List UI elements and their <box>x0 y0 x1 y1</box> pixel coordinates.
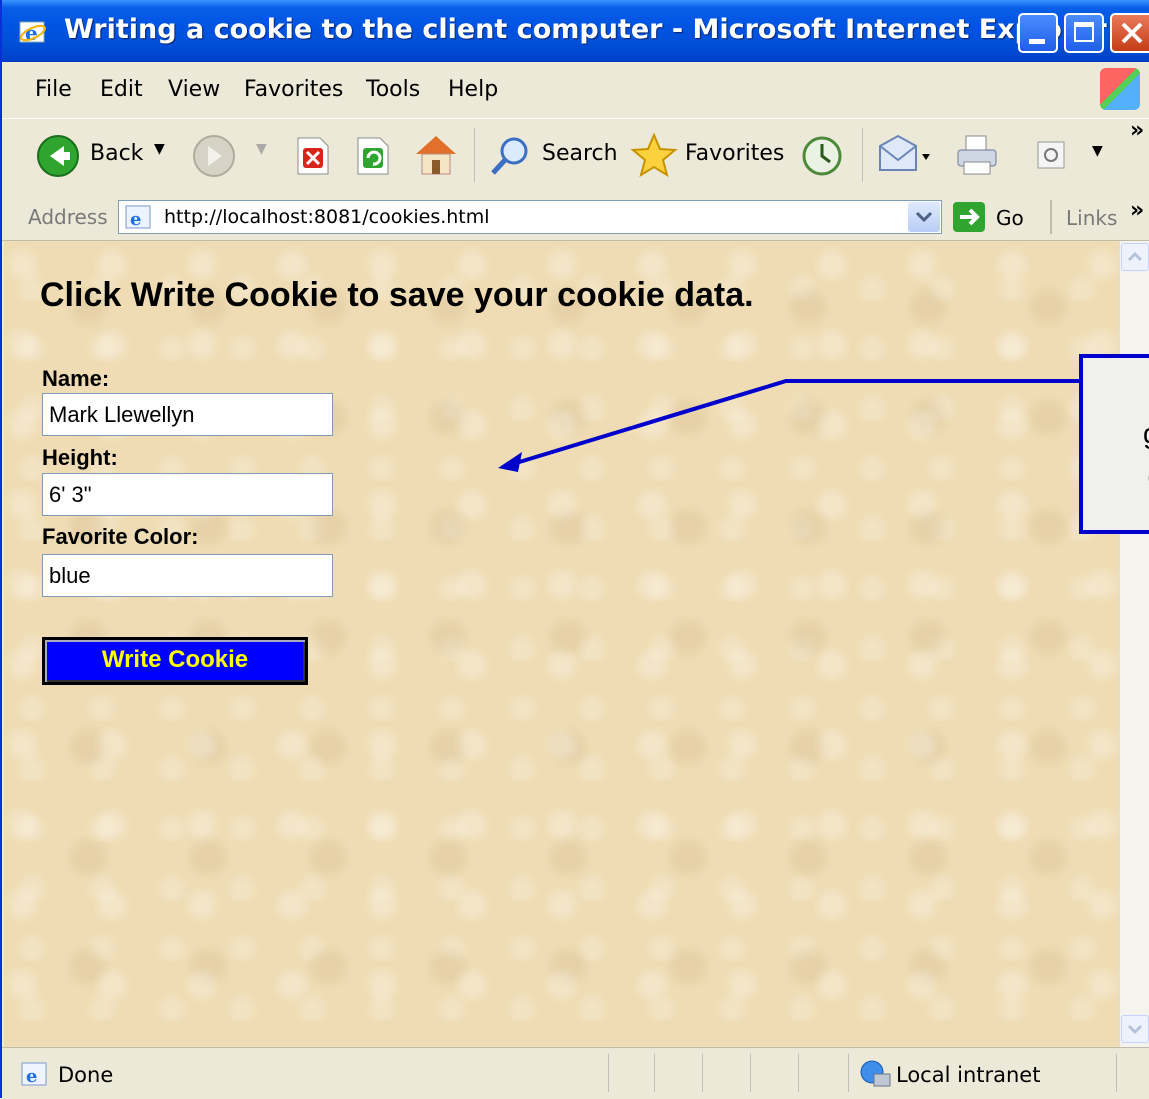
page-done-icon: e <box>21 1062 47 1087</box>
status-separator <box>608 1054 610 1092</box>
status-separator <box>654 1054 656 1092</box>
annotation-callout: g ( <box>1079 354 1149 534</box>
callout-arrow <box>498 379 1082 472</box>
status-separator <box>702 1054 704 1092</box>
zone-text: Local intranet <box>896 1063 1041 1087</box>
local-intranet-icon <box>860 1060 891 1087</box>
status-text: Done <box>58 1063 114 1087</box>
callout-text-line1: g <box>1143 418 1149 450</box>
status-separator <box>750 1054 752 1092</box>
status-separator <box>798 1054 800 1092</box>
svg-text:e: e <box>26 1066 37 1087</box>
status-separator <box>1116 1054 1118 1092</box>
status-separator <box>848 1054 850 1092</box>
browser-window: e Writing a cookie to the client compute… <box>0 0 1149 1099</box>
